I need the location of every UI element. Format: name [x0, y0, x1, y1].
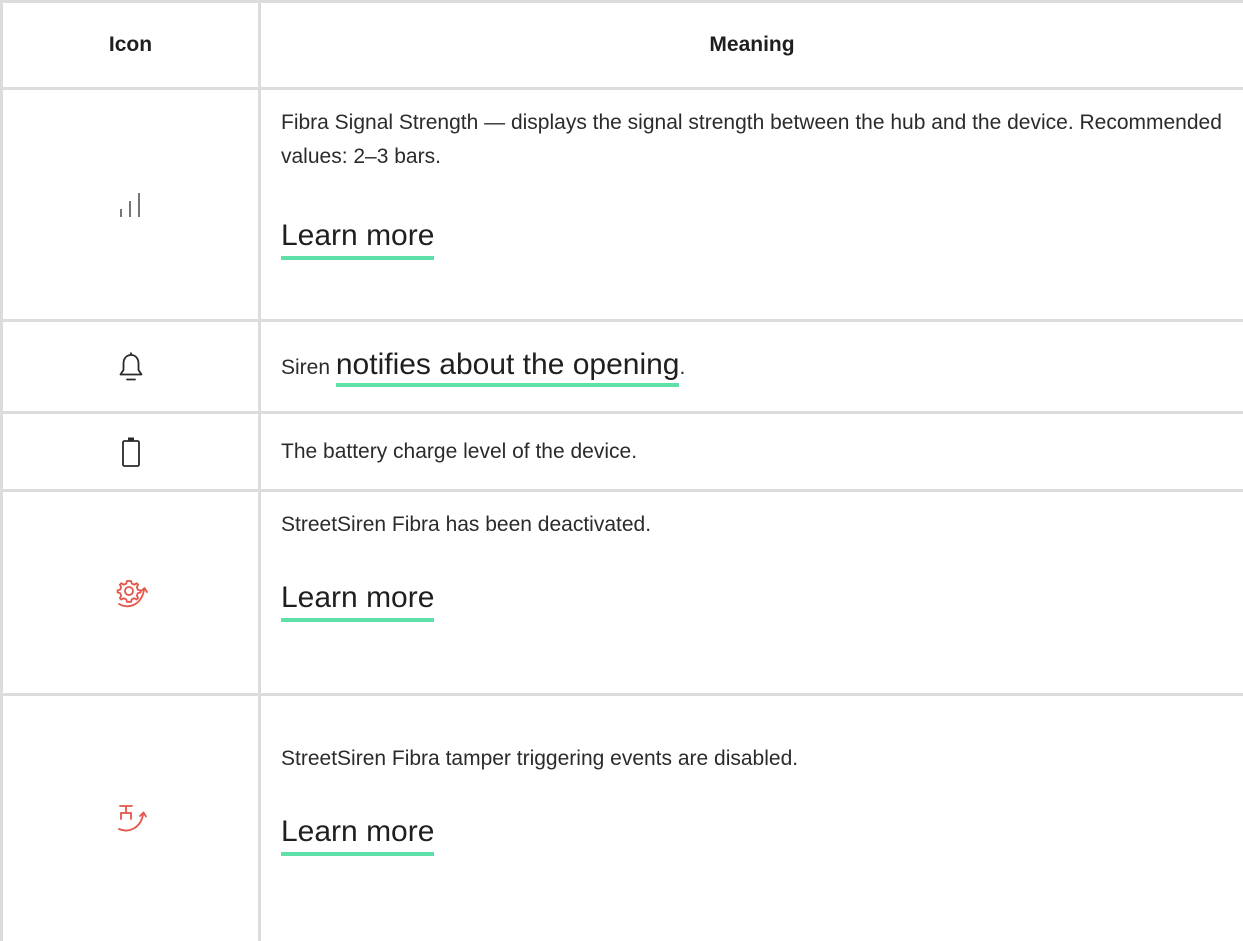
meaning-text: Fibra Signal Strength — displays the sig… [281, 106, 1231, 174]
meaning-cell: StreetSiren Fibra tamper triggering even… [260, 695, 1243, 941]
icon-cell [2, 491, 260, 695]
meaning-cell: The battery charge level of the device. [260, 413, 1243, 491]
icon-cell [2, 321, 260, 413]
learn-more-link[interactable]: Learn more [281, 580, 434, 622]
meaning-text: StreetSiren Fibra has been deactivated. [281, 508, 1231, 542]
table-row: Siren notifies about the opening. [2, 321, 1243, 413]
meaning-text-suffix: . [679, 356, 685, 379]
deactivated-gear-icon [114, 584, 148, 601]
table-row: The battery charge level of the device. [2, 413, 1243, 491]
learn-more-link[interactable]: Learn more [281, 218, 434, 260]
meaning-cell: StreetSiren Fibra has been deactivated. … [260, 491, 1243, 695]
meaning-text: Siren [281, 356, 330, 379]
meaning-text: StreetSiren Fibra tamper triggering even… [281, 742, 1231, 776]
meaning-cell: Fibra Signal Strength — displays the sig… [260, 89, 1243, 321]
bell-icon [118, 358, 144, 375]
header-icon: Icon [2, 2, 260, 89]
icon-cell [2, 413, 260, 491]
header-meaning: Meaning [260, 2, 1243, 89]
icon-meaning-table: Icon Meaning Fibra Signal Strength — dis… [0, 0, 1243, 941]
table-row: Fibra Signal Strength — displays the sig… [2, 89, 1243, 321]
learn-more-link[interactable]: Learn more [281, 814, 434, 856]
meaning-text: The battery charge level of the device. [281, 435, 1231, 469]
table-row: StreetSiren Fibra has been deactivated. … [2, 491, 1243, 695]
tamper-disabled-icon [114, 809, 148, 826]
icon-cell [2, 695, 260, 941]
battery-icon [121, 443, 141, 460]
signal-strength-icon [116, 196, 146, 213]
table-row: StreetSiren Fibra tamper triggering even… [2, 695, 1243, 941]
notifies-about-opening-link[interactable]: notifies about the opening [336, 348, 680, 387]
meaning-cell: Siren notifies about the opening. [260, 321, 1243, 413]
table-header-row: Icon Meaning [2, 2, 1243, 89]
icon-cell [2, 89, 260, 321]
